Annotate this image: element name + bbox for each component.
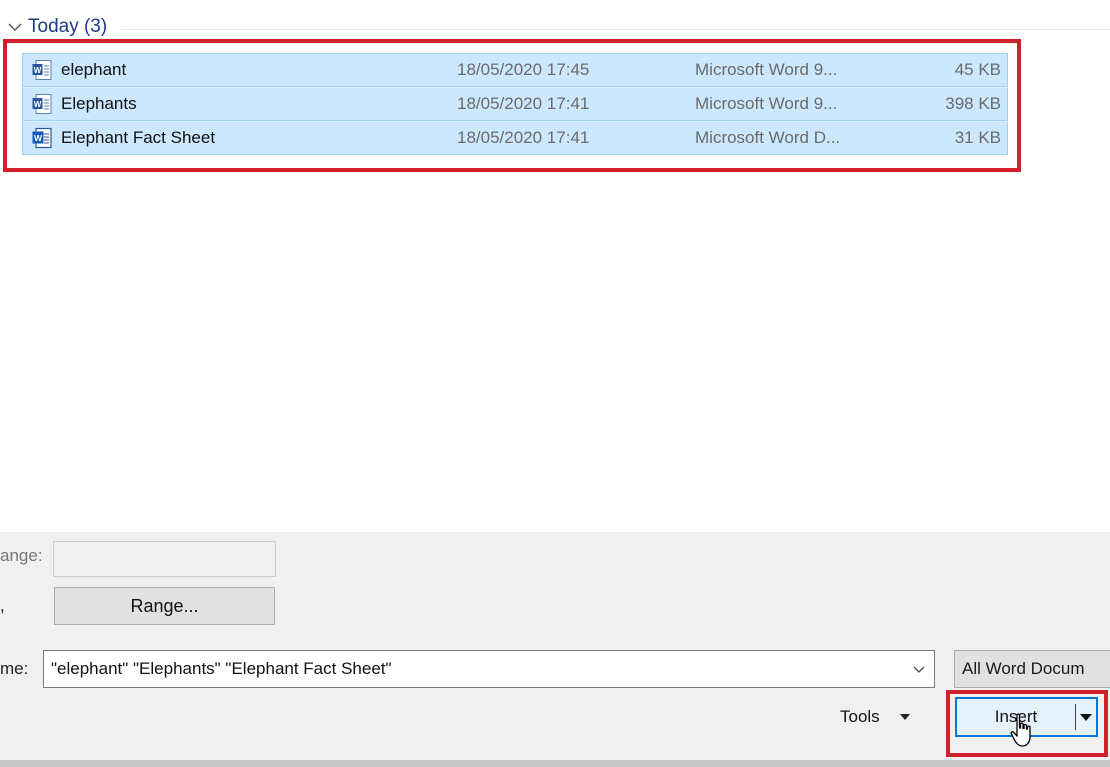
selection-highlight-outline (3, 39, 1021, 172)
group-divider (121, 28, 1110, 30)
row-label: , (0, 596, 5, 615)
chevron-down-icon (8, 23, 22, 31)
filename-value: "elephant" "Elephants" "Elephant Fact Sh… (51, 659, 392, 678)
caret-down-icon (899, 714, 910, 720)
dialog-bottom-edge (0, 760, 1110, 767)
range-label: ange: (0, 546, 43, 565)
range-button[interactable]: Range... (54, 587, 275, 625)
group-title: Today (3) (28, 16, 108, 37)
chevron-down-icon (913, 666, 925, 673)
filename-dropdown[interactable] (904, 651, 934, 687)
range-input (53, 541, 276, 577)
tools-label: Tools (840, 707, 880, 726)
filename-input[interactable]: "elephant" "Elephants" "Elephant Fact Sh… (43, 650, 935, 688)
insert-highlight-outline (946, 690, 1108, 757)
file-type-filter[interactable]: All Word Docum (954, 650, 1110, 688)
group-header-today[interactable]: Today (3) (6, 12, 1110, 42)
filename-label: me: (0, 659, 29, 678)
tools-button[interactable]: Tools (840, 700, 910, 734)
file-type-filter-value: All Word Docum (962, 659, 1085, 678)
